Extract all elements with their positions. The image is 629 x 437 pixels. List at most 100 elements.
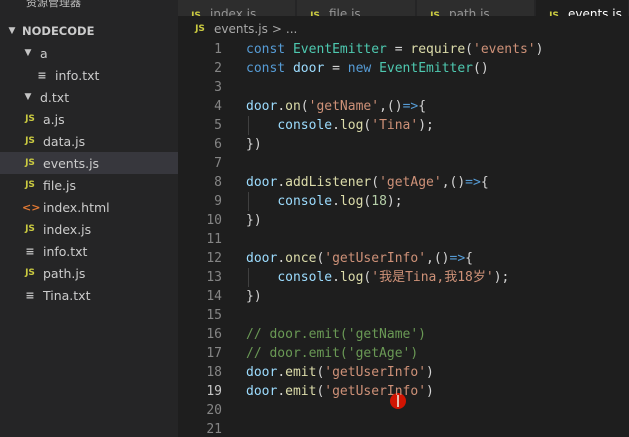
tab-index-js[interactable]: JS index.js (178, 0, 296, 16)
code-line[interactable]: door.emit('getUserInfo') (246, 382, 434, 401)
code-line[interactable]: console.log('我是Tina,我18岁'); (246, 268, 509, 287)
code-token: log (339, 270, 364, 285)
code-token: door (292, 61, 325, 76)
tab-label: path.js (449, 7, 490, 16)
code-line[interactable]: // door.emit('getName') (246, 325, 426, 344)
line-number: 9 (214, 194, 222, 209)
code-token: ( (465, 42, 473, 57)
code-token: ); (493, 270, 510, 285)
js-file-icon: JS (195, 24, 205, 34)
code-token: 18 (371, 194, 387, 209)
code-line[interactable]: door.on('getName',()=>{ (246, 97, 426, 116)
tree-folder[interactable]: ▼ a (0, 42, 178, 64)
code-line[interactable]: const door = new EventEmitter() (246, 59, 489, 78)
tree-file[interactable]: JS events.js (0, 152, 178, 174)
tree-item-label: data.js (43, 133, 86, 149)
code-token: => (465, 175, 481, 190)
tab-events-js[interactable]: JS events.js (536, 0, 629, 16)
code-line[interactable]: }) (246, 211, 262, 230)
code-line[interactable]: }) (246, 135, 262, 154)
code-editor[interactable]: 1 2 3 4 5 6 7 8 9 10 11 12 13 14 15 16 17 18 19 20 21 const … (178, 40, 629, 437)
code-token: 'getUserInfo' (324, 251, 427, 266)
tree-file[interactable]: ≡ Tina.txt (0, 284, 178, 306)
line-number: 15 (206, 308, 222, 323)
line-number: 19 (206, 384, 222, 399)
code-token: EventEmitter (292, 42, 387, 57)
code-token: 'events' (473, 42, 536, 57)
line-number: 4 (214, 99, 222, 114)
code-token: '我是Tina,我18岁' (371, 270, 494, 285)
code-token: const (246, 42, 293, 57)
line-number: 7 (214, 156, 222, 171)
code-token: }) (246, 289, 262, 304)
code-line[interactable]: door.once('getUserInfo',()=>{ (246, 249, 473, 268)
tab-path-js[interactable]: JS path.js (417, 0, 535, 16)
code-token: 'getName' (308, 99, 380, 114)
chevron-down-icon: ▼ (24, 48, 32, 58)
tab-label: file.js (329, 7, 361, 16)
tree-item-label: info.txt (43, 243, 88, 259)
tree-file[interactable]: ≡ info.txt (0, 240, 178, 262)
code-token: . (332, 270, 340, 285)
tree-file[interactable]: JS file.js (0, 174, 178, 196)
js-file-icon: JS (25, 268, 35, 278)
line-number: 14 (206, 289, 222, 304)
tree-item-label: Tina.txt (43, 287, 91, 303)
tree-file[interactable]: JS a.js (0, 108, 178, 130)
code-line[interactable]: // door.emit('getAge') (246, 344, 418, 363)
code-token: console (277, 194, 333, 209)
code-token: ( (300, 99, 309, 114)
chevron-down-icon: ▼ (24, 92, 32, 102)
code-token: = (386, 42, 411, 57)
tab-file-js[interactable]: JS file.js (297, 0, 416, 16)
code-token: door (246, 251, 278, 266)
tree-item-label: index.html (43, 199, 110, 215)
ellipsis-icon[interactable]: ··· (147, 0, 163, 8)
code-token: // door.emit('getName') (246, 327, 427, 342)
tree-file[interactable]: <> index.html (0, 196, 178, 218)
js-file-icon: JS (25, 224, 35, 234)
code-token: ,() (379, 99, 403, 114)
breadcrumb-separator: > (271, 22, 282, 36)
code-area[interactable]: const EventEmitter = require('events') co… (246, 40, 629, 437)
line-number: 6 (214, 137, 222, 152)
code-line[interactable]: console.log('Tina'); (246, 116, 434, 135)
tree-item-label: d.txt (40, 89, 70, 105)
tree-file[interactable]: JS path.js (0, 262, 178, 284)
code-token: { (465, 251, 473, 266)
code-token: 'getUserInfo' (324, 384, 427, 399)
code-line[interactable]: door.emit('getUserInfo') (246, 363, 434, 382)
explorer-sidebar: 资源管理器 ··· ▼ NODECODE ▼ a ≡ info.txt ▼ d.txt JS… (0, 0, 178, 437)
tab-label: index.js (210, 7, 257, 16)
tree-file[interactable]: JS index.js (0, 218, 178, 240)
tree-file[interactable]: JS data.js (0, 130, 178, 152)
txt-file-icon: ≡ (25, 244, 35, 258)
line-number: 5 (214, 118, 222, 133)
explorer-root[interactable]: ▼ NODECODE (0, 20, 178, 42)
tree-file[interactable]: ≡ info.txt (0, 64, 178, 86)
code-line[interactable]: door.addListener('getAge',()=>{ (246, 173, 489, 192)
code-token: }) (246, 137, 262, 152)
js-file-icon: JS (191, 11, 201, 16)
js-file-icon: JS (25, 158, 35, 168)
code-token: console (277, 270, 333, 285)
code-token: emit (285, 365, 317, 380)
breadcrumb-symbol[interactable]: ... (286, 22, 297, 36)
code-token: 'getAge' (379, 175, 442, 190)
code-line[interactable]: const EventEmitter = require('events') (246, 40, 543, 59)
root-folder-label: NODECODE (22, 24, 95, 38)
code-line[interactable]: }) (246, 287, 262, 306)
code-token: door (246, 365, 278, 380)
line-number: 10 (206, 213, 222, 228)
explorer-title: 资源管理器 (26, 0, 81, 9)
code-token: . (277, 175, 286, 190)
tree-folder[interactable]: ▼ d.txt (0, 86, 178, 108)
code-token: () (473, 61, 489, 76)
code-token: 'getUserInfo' (324, 365, 427, 380)
line-number: 12 (206, 251, 222, 266)
txt-file-icon: ≡ (25, 288, 35, 302)
code-token: ); (386, 194, 403, 209)
breadcrumb-file[interactable]: events.js (214, 22, 268, 36)
code-line[interactable]: console.log(18); (246, 192, 403, 211)
